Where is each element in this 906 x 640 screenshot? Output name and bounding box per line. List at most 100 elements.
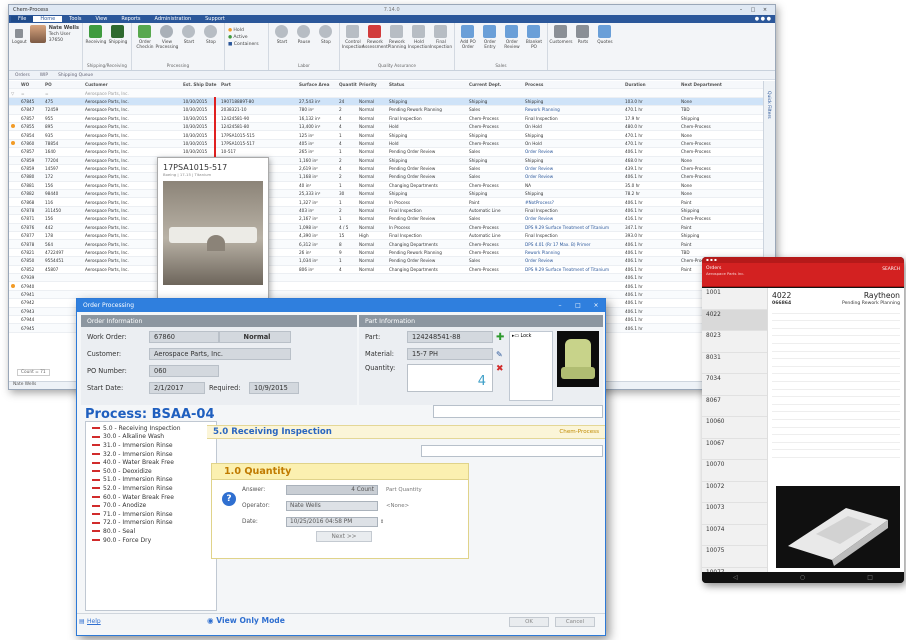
add-part-icon[interactable]: ✚ xyxy=(496,332,504,343)
col-current-dept[interactable]: Current Dept. xyxy=(467,82,523,87)
table-row[interactable]: 6785245807Aerospace Parts, Inc.10/30/201… xyxy=(9,266,765,274)
delete-part-icon[interactable]: ✖ xyxy=(496,364,504,374)
process-step-item[interactable]: 60.0 - Water Break Free xyxy=(92,493,216,502)
logout-button[interactable]: Logout xyxy=(12,25,27,45)
tablet-list-item[interactable]: 10070 xyxy=(702,460,767,482)
col-status[interactable]: Status xyxy=(387,82,467,87)
next-button[interactable]: Next >> xyxy=(316,531,372,542)
col-wo[interactable]: WO xyxy=(19,82,43,87)
quantity-field[interactable]: 4 xyxy=(407,364,493,392)
table-row[interactable]: 67854 935 Aerospace Parts, Inc. 10/30/2015 1… xyxy=(9,131,765,140)
receiving-button[interactable]: Receiving xyxy=(86,25,106,63)
recents-icon[interactable]: □ xyxy=(867,574,873,581)
help-icons[interactable]: ● ● ● xyxy=(748,16,775,22)
menu-tools[interactable]: Tools xyxy=(62,16,88,22)
help-link[interactable]: Help xyxy=(87,618,101,625)
table-row[interactable]: 678509554451Aerospace Parts, Inc.10/30/2… xyxy=(9,257,765,266)
home-icon[interactable]: ○ xyxy=(800,574,805,581)
process-step-item[interactable]: 31.0 - Immersion Rinse xyxy=(92,441,216,450)
table-row[interactable]: 67857 1640 Aerospace Parts, Inc. 10/30/2015… xyxy=(9,148,765,157)
control-inspection-button[interactable]: Control Inspection xyxy=(342,25,364,63)
tablet-list-item[interactable]: 1001 xyxy=(702,288,767,310)
process-step-item[interactable]: 70.0 - Anodize xyxy=(92,501,216,510)
table-row[interactable]: 67877178Aerospace Parts, Inc.10/30/20155… xyxy=(9,232,765,241)
process-step-item[interactable]: 52.0 - Immersion Rinse xyxy=(92,484,216,493)
maximize-icon[interactable]: □ xyxy=(747,7,759,13)
tab-shipping-queue[interactable]: Shipping Queue xyxy=(58,73,93,78)
minimize-icon[interactable]: – xyxy=(551,302,569,309)
menu-support[interactable]: Support xyxy=(198,16,232,22)
help-icon[interactable]: ▤ xyxy=(79,618,85,625)
process-step-item[interactable]: 40.0 - Water Break Free xyxy=(92,458,216,467)
tablet-list-item[interactable]: 10075 xyxy=(702,546,767,568)
col-surface-area[interactable]: Surface Area xyxy=(297,82,337,87)
menu-view[interactable]: View xyxy=(88,16,114,22)
col-po[interactable]: PO xyxy=(43,82,83,87)
labor-stop-button[interactable]: Stop xyxy=(316,25,336,63)
operator-field[interactable]: Nate Wells xyxy=(286,500,378,511)
close-icon[interactable]: × xyxy=(587,302,605,309)
back-icon[interactable]: ◁ xyxy=(733,574,738,581)
tab-orders[interactable]: Orders xyxy=(15,73,30,78)
col-quantity[interactable]: Quantity xyxy=(337,82,357,87)
col-duration[interactable]: Duration xyxy=(623,82,679,87)
blanket-po-button[interactable]: Blanket PO xyxy=(524,25,544,63)
menu-home[interactable]: Home xyxy=(33,16,63,22)
close-icon[interactable]: × xyxy=(759,7,771,13)
shipping-button[interactable]: Shipping xyxy=(108,25,128,63)
table-row[interactable]: 67881156Aerospace Parts, Inc.10/30/20157… xyxy=(9,182,765,191)
hold-button[interactable]: ● Hold xyxy=(228,27,265,34)
tablet-list-item[interactable]: 10073 xyxy=(702,503,767,525)
active-button[interactable]: ● Active xyxy=(228,34,265,41)
date-field[interactable]: 10/25/2016 04:58 PM xyxy=(286,516,378,527)
containers-button[interactable]: ■ Containers xyxy=(228,41,265,48)
answer-input[interactable]: 4 Count xyxy=(286,484,378,495)
table-row[interactable]: 6785977204Aerospace Parts, Inc.10/30/201… xyxy=(9,156,765,165)
menu-administration[interactable]: Administration xyxy=(148,16,199,22)
tablet-list-item[interactable]: 8023 xyxy=(702,331,767,353)
col-priority[interactable]: Priority xyxy=(357,82,387,87)
menu-reports[interactable]: Reports xyxy=(114,16,147,22)
col-customer[interactable]: Customer xyxy=(83,82,181,87)
grid-filter-row[interactable]: ▽ = = Aerospace Parts, Inc. xyxy=(9,89,765,98)
parts-button[interactable]: Parts xyxy=(573,25,593,63)
col-part[interactable]: Part xyxy=(219,82,297,87)
table-row[interactable]: 67845 475 Aerospace Parts, Inc. 10/30/2015 1… xyxy=(9,97,765,107)
order-entry-button[interactable]: Order Entry xyxy=(480,25,500,63)
help-question-icon[interactable]: ? xyxy=(222,492,236,506)
customers-button[interactable]: Customers xyxy=(549,25,573,63)
table-row[interactable]: 67940 406.1 hr xyxy=(9,282,765,291)
add-po-order-button[interactable]: Add PO Order xyxy=(458,25,478,63)
rework-assessment-button[interactable]: Rework Assessment xyxy=(362,25,388,63)
table-row[interactable]: 67878564Aerospace Parts, Inc.10/30/20151… xyxy=(9,240,765,249)
col-next-dept[interactable]: Next Department xyxy=(679,82,749,87)
customer-filter-input[interactable]: Aerospace Parts, Inc. xyxy=(83,91,181,96)
view-processing-button[interactable]: View Processing xyxy=(155,25,178,63)
table-row[interactable]: 67878311450Aerospace Parts, Inc.10/30/20… xyxy=(9,206,765,216)
table-row[interactable]: 67857 955 Aerospace Parts, Inc. 10/30/2015 1… xyxy=(9,115,765,123)
final-inspection-button[interactable]: Final Inspection xyxy=(430,25,452,63)
operation-select[interactable] xyxy=(421,445,603,457)
tablet-list-item[interactable]: 8067 xyxy=(702,396,767,417)
table-row[interactable]: 67860 78854 Aerospace Parts, Inc. 10/30/201… xyxy=(9,139,765,149)
tablet-list-item[interactable]: 10074 xyxy=(702,525,767,546)
order-review-button[interactable]: Order Review xyxy=(502,25,522,63)
tablet-list-item[interactable]: 8031 xyxy=(702,353,767,374)
quotes-button[interactable]: Quotes xyxy=(595,25,615,63)
process-step-item[interactable]: 30.0 - Alkaline Wash xyxy=(92,433,216,442)
rework-planning-button[interactable]: Rework Planning xyxy=(387,25,407,63)
process-step-item[interactable]: 50.0 - Deoxidize xyxy=(92,467,216,476)
col-ship-date[interactable]: Est. Ship Date xyxy=(181,82,219,87)
order-checkin-button[interactable]: Order Checkin xyxy=(135,25,155,63)
process-step-item[interactable]: 90.0 - Force Dry xyxy=(92,536,216,545)
tablet-list-item[interactable]: 10060 xyxy=(702,417,767,439)
table-row[interactable]: 67939 406.1 hr xyxy=(9,273,765,283)
table-row[interactable]: 67847 72459 Aerospace Parts, Inc. 10/30/201… xyxy=(9,106,765,115)
table-row[interactable]: 67868116Aerospace Parts, Inc.10/30/20159… xyxy=(9,198,765,207)
col-process[interactable]: Process xyxy=(523,82,623,87)
cancel-button[interactable]: Cancel xyxy=(555,617,595,627)
process-step-item[interactable]: 5.0 - Receiving Inspection xyxy=(92,424,216,433)
process-step-item[interactable]: 71.0 - Immersion Rinse xyxy=(92,510,216,519)
part-tree[interactable]: ▸▭ Lock xyxy=(509,331,553,401)
tablet-search-action[interactable]: SEARCH xyxy=(882,267,900,272)
